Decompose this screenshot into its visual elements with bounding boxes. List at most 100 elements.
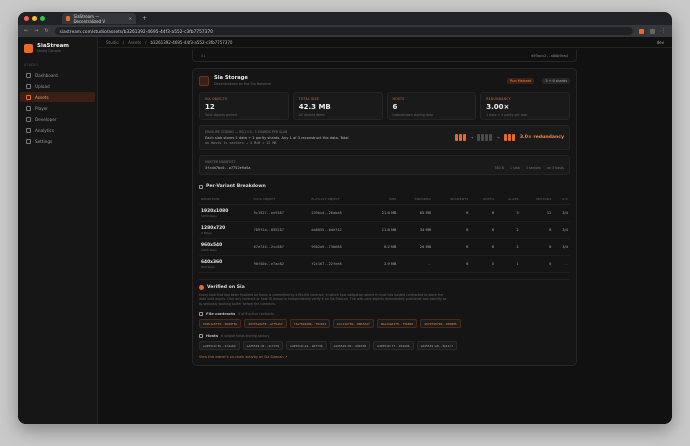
playlist-object[interactable]: 9982a9..73b688 <box>309 238 368 256</box>
extension-icon[interactable] <box>639 28 644 34</box>
host-chip[interactable]: ed25519:7f..2d4a9b <box>373 341 414 351</box>
rs: 3/4 <box>553 238 570 256</box>
crumb-current: b3261392-4695-44f3-a552-c3fb7757370 <box>150 39 233 45</box>
sidebar-item-settings[interactable]: Settings <box>20 136 95 146</box>
sidebar-item-label: Player <box>35 105 49 111</box>
chart-icon <box>26 127 31 133</box>
menu-icon[interactable]: ⋮ <box>661 28 666 34</box>
data-object[interactable]: 67e744..2cc887 <box>251 238 310 256</box>
coding-mono: on Hosts 1× sectors → 4 MiB = 12 MB <box>205 141 277 145</box>
stat-sub: Total objects pinned <box>205 113 237 117</box>
contract-chip[interactable]: 73af5b9d8b..f91813 <box>289 319 331 329</box>
arrow-right-icon: → <box>496 135 500 140</box>
profile-icon[interactable] <box>650 28 655 34</box>
manifest-sectors: 3 sectors <box>525 166 541 170</box>
data-object[interactable]: 9c1927..ee9387 <box>251 204 310 222</box>
col-header: DATA OBJECT <box>251 194 310 205</box>
stat-sub: All Variant items <box>298 113 325 117</box>
data-shard <box>459 134 463 141</box>
variants-title: Per-Variant Breakdown <box>206 184 266 189</box>
variants-heading: Per-Variant Breakdown <box>199 184 570 189</box>
sectors: 8 <box>520 221 554 239</box>
shards-badge: 3 + 6 shards <box>542 77 570 84</box>
manifest-label: MASTER MANIFEST <box>205 160 236 164</box>
host-chip[interactable]: ed25519:a8..3e11c7 <box>416 341 458 351</box>
master-manifest-card: MASTER MANIFEST 3fcda7bc0..a7752e9a5a 78… <box>199 155 570 175</box>
col-header: SIZE <box>367 194 399 205</box>
size: 6.2 MB <box>367 238 399 256</box>
host-chip[interactable]: ed25519:01..23b7d8 <box>329 341 371 351</box>
browser-tab[interactable]: SiaStream — Decentralized V ✕ <box>62 13 136 24</box>
stat-redundancy: REDUNDANCY 3.00× 1 data + 2 parity per s… <box>480 92 570 120</box>
account-menu[interactable]: dev <box>657 40 664 45</box>
logo-icon <box>24 43 33 53</box>
server-icon <box>199 333 203 338</box>
playlist-object[interactable]: 239bcd..26aba8 <box>309 204 368 222</box>
segments: 6 <box>433 238 471 256</box>
encoded: 65 MB <box>398 204 434 222</box>
storage-icon <box>199 75 209 86</box>
minimize-window-dot[interactable] <box>32 16 37 21</box>
data-object[interactable]: 90f40b..e7ac82 <box>251 255 310 273</box>
contracts-heading: File contracts 5 of 6 active contracts <box>199 311 570 316</box>
back-icon[interactable]: ← <box>24 28 28 34</box>
verified-description: Every slab that has been finalized on ho… <box>199 293 447 306</box>
gear-icon <box>26 138 31 144</box>
col-header: SEGMENTS <box>433 194 471 205</box>
hosts-label: Hosts <box>206 333 219 339</box>
rendition-bitrate: 5000 kbps <box>201 213 217 218</box>
playlist-object[interactable]: da8055..bde742 <box>309 221 368 239</box>
hosts-count: 6 unique hosts storing sectors <box>221 333 270 338</box>
new-tab-icon[interactable]: + <box>142 15 147 22</box>
contract-chip[interactable]: 2679799799..930805 <box>420 319 461 329</box>
hosts-heading: Hosts 6 unique hosts storing sectors <box>199 333 570 338</box>
hosts: 6 <box>470 204 497 222</box>
hosts: 0 <box>470 255 497 273</box>
data-shard <box>511 134 515 141</box>
size: 11.6 MB <box>367 221 399 239</box>
stat-value: 12 <box>205 103 215 111</box>
verified-title: Verified on Sia <box>207 285 245 290</box>
contract-chip[interactable]: b1c11bf0b..806fdd7 <box>333 319 374 329</box>
forward-icon[interactable]: → <box>34 28 38 34</box>
siascan-link[interactable]: View this owner's on-chain activity on S… <box>199 355 570 359</box>
manifest-hash[interactable]: 3fcda7bc0..a7752e9a5a <box>205 166 250 170</box>
col-header: HOSTS <box>470 194 497 205</box>
sidebar-item-upload[interactable]: Upload <box>20 81 95 91</box>
table-row: 1280x720 2 Mbps 789f2a..859287 da8055..bd… <box>199 221 570 239</box>
close-window-dot[interactable] <box>24 16 29 21</box>
encoded: 24 MB <box>398 238 434 256</box>
encoded: — <box>398 255 434 273</box>
slabs: 1 <box>496 255 521 273</box>
host-chip[interactable]: ed25519:e4..b0f746 <box>286 341 327 351</box>
manifest-hosts: on 3 hosts <box>546 166 564 170</box>
code-icon <box>26 116 31 122</box>
segments: 6 <box>433 221 471 239</box>
table-row: 960x540 1400 kbps 67e744..2cc887 9982a9..… <box>199 238 570 256</box>
host-chip[interactable]: ed25519:41..4c7d79 <box>242 341 284 351</box>
sidebar-item-developer[interactable]: Developer <box>20 114 95 124</box>
crumb-studio[interactable]: Studio <box>106 40 119 45</box>
stub-right: d59acc2..a88b9ea4 <box>531 53 568 58</box>
crumb-assets[interactable]: Assets <box>128 40 141 45</box>
host-chip[interactable]: ed25519:3b..2c4e6b <box>199 341 240 351</box>
brand[interactable]: SiaStream Studio Console <box>18 43 97 59</box>
url-input[interactable]: siastream.com/studio/assets/b3261392-469… <box>54 27 633 35</box>
hosts: 6 <box>470 238 497 256</box>
sidebar-item-player[interactable]: Player <box>20 103 95 113</box>
contract-chip[interactable]: 932b1e5f79..9b98f5b <box>199 319 242 329</box>
slabs: 2 <box>496 238 521 256</box>
playlist-object[interactable]: f2c167..22fee8 <box>309 255 368 273</box>
close-tab-icon[interactable]: ✕ <box>129 16 132 21</box>
reload-icon[interactable]: ↻ <box>44 28 48 34</box>
size: 2.9 MB <box>367 255 399 273</box>
contract-chip[interactable]: 493fda02f8..e7f5a5f <box>244 319 287 329</box>
stat-sub: 1 data + 2 parity per slab <box>486 113 528 117</box>
sidebar-item-assets[interactable]: Assets <box>20 92 95 102</box>
sidebar-item-dashboard[interactable]: Dashboard <box>20 70 95 80</box>
sidebar-item-analytics[interactable]: Analytics <box>20 125 95 135</box>
parity-shard <box>481 134 485 141</box>
maximize-window-dot[interactable] <box>40 16 45 21</box>
data-object[interactable]: 789f2a..859287 <box>251 221 310 239</box>
contract-chip[interactable]: 0ba14e01f0..73b8b5 <box>376 319 418 329</box>
